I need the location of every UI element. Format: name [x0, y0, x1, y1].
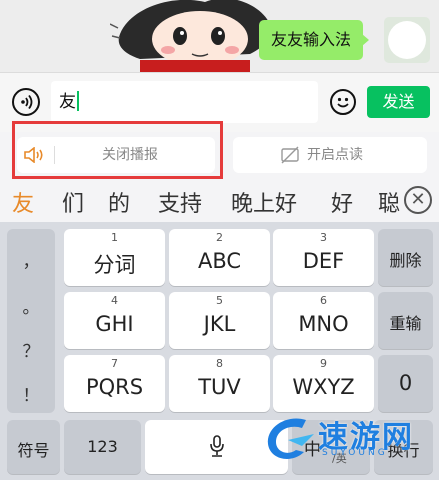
- key-number: 6: [320, 294, 327, 307]
- emoji-icon[interactable]: [330, 89, 356, 115]
- close-candidates-icon[interactable]: ✕: [404, 186, 432, 214]
- delete-button[interactable]: 删除: [378, 229, 433, 286]
- key-label: 符号: [17, 441, 50, 460]
- click-read-icon: [281, 146, 299, 164]
- key-number: 1: [111, 231, 118, 244]
- key-label: 0: [398, 371, 413, 395]
- key-label: GHI: [95, 312, 134, 336]
- punct-key[interactable]: ！: [7, 381, 55, 406]
- zero-key[interactable]: 0: [378, 355, 433, 412]
- punct-key[interactable]: ，: [7, 247, 55, 272]
- key-label: MNO: [298, 312, 349, 336]
- key-6[interactable]: 6 MNO: [273, 292, 374, 349]
- punctuation-column: ， 。 ？ ！: [7, 229, 55, 413]
- key-number: 4: [111, 294, 118, 307]
- key-8[interactable]: 8 TUV: [169, 355, 270, 412]
- watermark-logo: 速游网 SUYOUNG: [258, 408, 430, 474]
- reenter-button[interactable]: 重输: [378, 292, 433, 349]
- watermark-sub-text: SUYOUNG: [322, 448, 388, 458]
- click-read-toggle[interactable]: 开启点读: [233, 137, 427, 173]
- sticker-image[interactable]: [110, 0, 280, 72]
- symbol-button[interactable]: 符号: [7, 420, 60, 474]
- candidate-item[interactable]: 晚上好: [231, 186, 297, 218]
- candidate-item[interactable]: 友: [12, 186, 34, 218]
- key-9[interactable]: 9 WXYZ: [273, 355, 374, 412]
- microphone-icon: [210, 435, 224, 457]
- key-label: DEF: [302, 249, 345, 273]
- key-number: 7: [111, 357, 118, 370]
- key-1[interactable]: 1 分词: [64, 229, 165, 286]
- send-button[interactable]: 发送: [367, 86, 430, 118]
- punct-key[interactable]: ？: [7, 337, 55, 362]
- chat-message-bubble[interactable]: 友友输入法: [259, 20, 370, 60]
- input-text: 友: [59, 92, 76, 112]
- avatar[interactable]: [384, 17, 430, 63]
- key-5[interactable]: 5 JKL: [169, 292, 270, 349]
- key-label: TUV: [198, 375, 241, 399]
- numeric-keyboard-button[interactable]: 123: [64, 420, 141, 474]
- key-number: 3: [320, 231, 327, 244]
- text-caret: [77, 91, 79, 111]
- key-label: 123: [87, 437, 118, 456]
- key-label: ABC: [197, 249, 242, 273]
- message-input[interactable]: 友: [51, 81, 318, 123]
- key-number: 9: [320, 357, 327, 370]
- candidate-item[interactable]: 支持: [158, 186, 202, 218]
- highlight-box: [12, 121, 223, 179]
- key-2[interactable]: 2 ABC: [169, 229, 270, 286]
- candidate-bar: 友 们 的 支持 晚上好 好 聪: [0, 180, 439, 222]
- click-read-label: 开启点读: [307, 147, 363, 163]
- watermark-logo-icon: [267, 418, 314, 459]
- key-3[interactable]: 3 DEF: [273, 229, 374, 286]
- candidate-item[interactable]: 们: [62, 186, 84, 218]
- key-label: WXYZ: [292, 375, 355, 399]
- candidate-item[interactable]: 好: [331, 186, 353, 218]
- punct-key[interactable]: 。: [7, 293, 55, 318]
- key-number: 2: [216, 231, 223, 244]
- key-label: 重输: [389, 314, 422, 333]
- key-label: JKL: [203, 312, 236, 336]
- key-4[interactable]: 4 GHI: [64, 292, 165, 349]
- key-label: PQRS: [85, 375, 144, 399]
- key-label: 删除: [389, 251, 422, 270]
- candidate-item[interactable]: 的: [108, 186, 130, 218]
- key-number: 5: [216, 294, 223, 307]
- candidate-item[interactable]: 聪: [378, 186, 400, 218]
- key-number: 8: [216, 357, 223, 370]
- key-7[interactable]: 7 PQRS: [64, 355, 165, 412]
- key-label: 分词: [93, 253, 136, 277]
- chat-area: 友友输入法: [0, 0, 439, 72]
- voice-input-icon[interactable]: [12, 88, 40, 116]
